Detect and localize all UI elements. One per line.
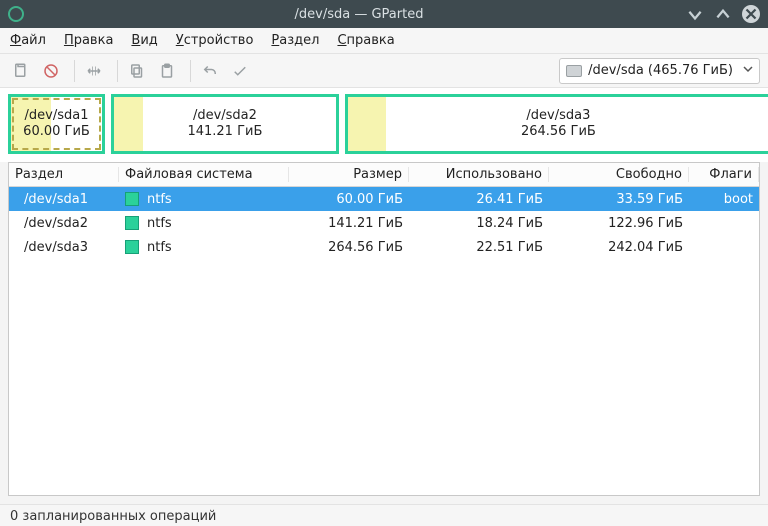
cell-name: /dev/sda3 bbox=[9, 240, 119, 255]
menu-view[interactable]: Вид bbox=[131, 33, 157, 48]
statusbar-text: 0 запланированных операций bbox=[10, 509, 216, 524]
cell-free: 33.59 ГиБ bbox=[549, 192, 689, 207]
partition-visual: /dev/sda160.00 ГиБ/dev/sda2141.21 ГиБ/de… bbox=[0, 88, 768, 162]
fs-color-swatch bbox=[125, 192, 139, 206]
toolbar-separator bbox=[190, 60, 191, 82]
cell-name: /dev/sda2 bbox=[9, 216, 119, 231]
close-button[interactable] bbox=[742, 5, 760, 23]
window-buttons bbox=[686, 5, 760, 23]
paste-button[interactable] bbox=[154, 58, 180, 84]
cell-size: 264.56 ГиБ bbox=[289, 240, 409, 255]
cell-used: 26.41 ГиБ bbox=[409, 192, 549, 207]
partition-block-label: /dev/sda3264.56 ГиБ bbox=[348, 108, 768, 141]
partition-block-label: /dev/sda2141.21 ГиБ bbox=[114, 108, 336, 141]
partition-block[interactable]: /dev/sda2141.21 ГиБ bbox=[111, 94, 339, 154]
col-size[interactable]: Размер bbox=[289, 167, 409, 182]
device-selector-label: /dev/sda (465.76 ГиБ) bbox=[588, 63, 733, 78]
partition-block[interactable]: /dev/sda160.00 ГиБ bbox=[8, 94, 105, 154]
menu-part[interactable]: Раздел bbox=[271, 33, 319, 48]
col-used[interactable]: Использовано bbox=[409, 167, 549, 182]
cell-free: 122.96 ГиБ bbox=[549, 216, 689, 231]
menubar: Файл Правка Вид Устройство Раздел Справк… bbox=[0, 28, 768, 54]
fs-color-swatch bbox=[125, 240, 139, 254]
table-body: /dev/sda1ntfs60.00 ГиБ26.41 ГиБ33.59 ГиБ… bbox=[9, 187, 759, 495]
table-header: Раздел Файловая система Размер Использов… bbox=[9, 163, 759, 187]
partition-block-label: /dev/sda160.00 ГиБ bbox=[11, 108, 102, 141]
statusbar: 0 запланированных операций bbox=[0, 504, 768, 526]
toolbar-separator bbox=[74, 60, 75, 82]
harddisk-icon bbox=[566, 65, 582, 77]
maximize-button[interactable] bbox=[714, 5, 732, 23]
cell-size: 60.00 ГиБ bbox=[289, 192, 409, 207]
copy-button[interactable] bbox=[124, 58, 150, 84]
col-name[interactable]: Раздел bbox=[9, 167, 119, 182]
menu-edit[interactable]: Правка bbox=[64, 33, 113, 48]
cell-fs: ntfs bbox=[119, 192, 289, 207]
menu-device[interactable]: Устройство bbox=[176, 33, 254, 48]
col-free[interactable]: Свободно bbox=[549, 167, 689, 182]
apply-button[interactable] bbox=[227, 58, 253, 84]
partition-table: Раздел Файловая система Размер Использов… bbox=[8, 162, 760, 496]
cell-free: 242.04 ГиБ bbox=[549, 240, 689, 255]
delete-partition-button[interactable] bbox=[38, 58, 64, 84]
toolbar: /dev/sda (465.76 ГиБ) bbox=[0, 54, 768, 88]
cell-fs: ntfs bbox=[119, 216, 289, 231]
cell-flags: boot bbox=[689, 192, 759, 207]
menu-file[interactable]: Файл bbox=[10, 33, 46, 48]
table-row[interactable]: /dev/sda1ntfs60.00 ГиБ26.41 ГиБ33.59 ГиБ… bbox=[9, 187, 759, 211]
cell-name: /dev/sda1 bbox=[9, 192, 119, 207]
table-row[interactable]: /dev/sda3ntfs264.56 ГиБ22.51 ГиБ242.04 Г… bbox=[9, 235, 759, 259]
partition-block[interactable]: /dev/sda3264.56 ГиБ bbox=[345, 94, 768, 154]
table-row[interactable]: /dev/sda2ntfs141.21 ГиБ18.24 ГиБ122.96 Г… bbox=[9, 211, 759, 235]
app-icon bbox=[8, 6, 24, 22]
fs-color-swatch bbox=[125, 216, 139, 230]
window-title: /dev/sda — GParted bbox=[32, 7, 686, 22]
chevron-down-icon bbox=[743, 63, 753, 78]
undo-button[interactable] bbox=[197, 58, 223, 84]
menu-help[interactable]: Справка bbox=[337, 33, 394, 48]
minimize-button[interactable] bbox=[686, 5, 704, 23]
col-flags[interactable]: Флаги bbox=[689, 167, 759, 182]
titlebar: /dev/sda — GParted bbox=[0, 0, 768, 28]
resize-move-button[interactable] bbox=[81, 58, 107, 84]
cell-size: 141.21 ГиБ bbox=[289, 216, 409, 231]
device-selector[interactable]: /dev/sda (465.76 ГиБ) bbox=[559, 58, 760, 84]
col-fs[interactable]: Файловая система bbox=[119, 167, 289, 182]
toolbar-separator bbox=[117, 60, 118, 82]
cell-used: 22.51 ГиБ bbox=[409, 240, 549, 255]
cell-used: 18.24 ГиБ bbox=[409, 216, 549, 231]
new-partition-button[interactable] bbox=[8, 58, 34, 84]
cell-fs: ntfs bbox=[119, 240, 289, 255]
